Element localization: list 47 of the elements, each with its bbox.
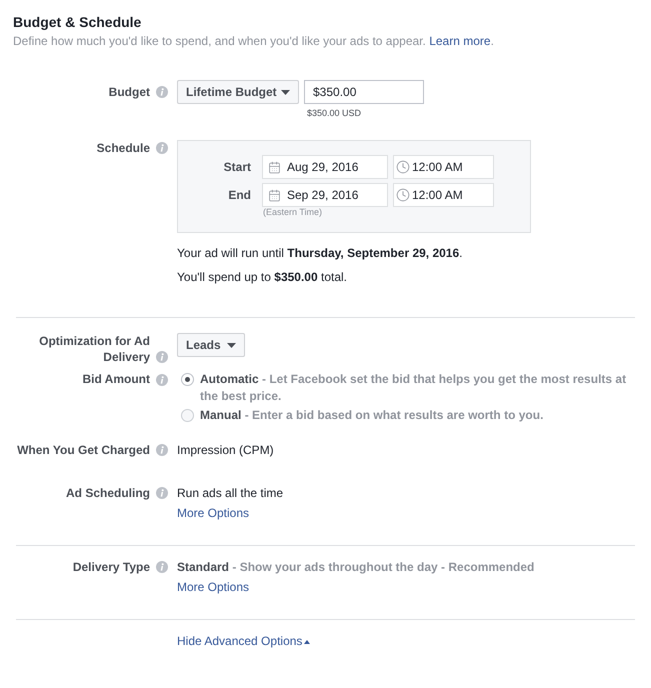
info-icon[interactable] [156,444,168,456]
time-field[interactable]: 12:00 AM [393,155,494,179]
calendar-icon [268,160,281,174]
field-label: When You Get Charged [17,442,150,458]
field-label: Ad Scheduling [66,485,150,501]
schedule-row-label: Start [224,159,251,175]
field-label: Schedule [96,140,150,156]
field-label: Delivery Type [72,559,150,575]
info-icon[interactable] [156,374,168,386]
caret-up-icon [304,640,310,644]
field-label: Optimization for Ad Delivery [38,333,150,365]
info-icon[interactable] [156,561,168,573]
ad-scheduling-value: Run ads all the time [177,485,284,501]
date-field[interactable]: Sep 29, 2016 [262,183,388,207]
info-icon[interactable] [156,351,168,363]
budget-amount-note: $350.00 USD [307,108,362,119]
schedule-summary: You'll spend up to $350.00 total. [177,269,348,285]
caret-icon [226,342,236,348]
clock-icon [396,188,410,202]
date-field[interactable]: Aug 29, 2016 [262,155,388,179]
more-options-link[interactable]: More Options [177,505,250,521]
radio-button[interactable] [181,373,194,386]
optimization-dropdown[interactable]: Leads [177,333,245,357]
budget-amount-input[interactable]: $350.00 [304,80,424,104]
learn-more-link[interactable]: Learn more [429,34,491,48]
more-options-link[interactable]: More Options [177,579,250,595]
schedule-summary: Your ad will run until Thursday, September 29, 2016. [177,245,464,261]
radio-option-label: Automatic - Let Facebook set the bid that helps you get the most results at the best price. [200,371,628,405]
info-icon[interactable] [156,487,168,499]
timezone-note: (Eastern Time) [263,207,322,218]
section-description: Define how much you'd like to spend, and when you'd like your ads to appear. Learn more. [13,33,495,49]
field-label: Budget [108,84,150,100]
budget-type-dropdown[interactable]: Lifetime Budget [177,80,299,104]
schedule-row-label: End [228,187,251,203]
clock-icon [396,160,410,174]
section-title: Budget & Schedule [13,13,142,31]
time-field[interactable]: 12:00 AM [393,183,494,207]
calendar-icon [268,188,281,202]
radio-button[interactable] [181,409,194,422]
caret-icon [281,90,290,94]
delivery-type-value: Standard - Show your ads throughout the day - Recommended [177,559,534,575]
charge-type-value: Impression (CPM) [177,442,274,458]
info-icon[interactable] [156,86,168,98]
info-icon[interactable] [156,142,168,154]
hide-advanced-options-link[interactable]: Hide Advanced Options [177,633,302,649]
radio-option-label: Manual - Enter a bid based on what results are worth to you. [200,407,544,424]
field-label: Bid Amount [82,371,150,388]
